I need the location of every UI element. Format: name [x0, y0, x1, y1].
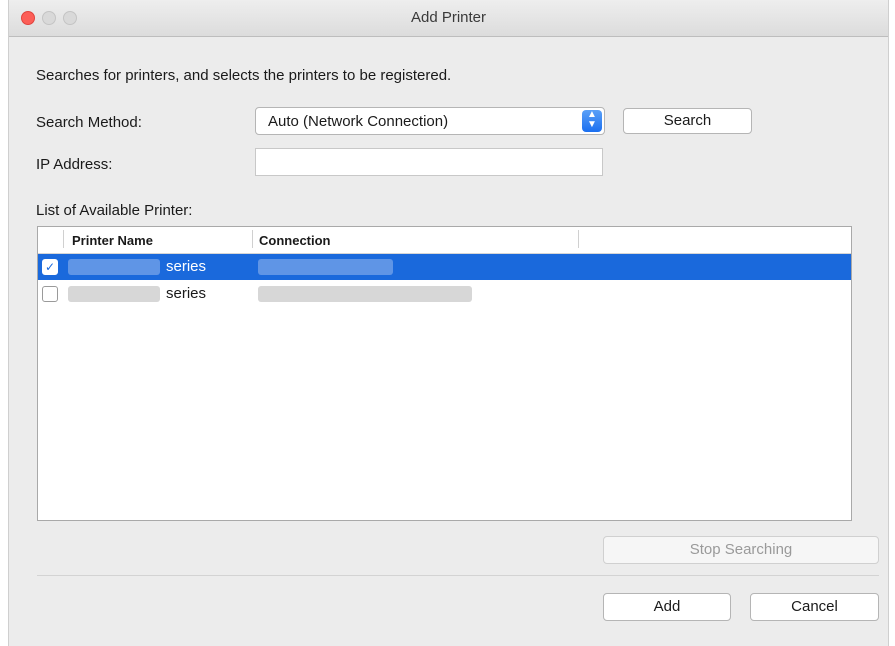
- search-method-select[interactable]: Auto (Network Connection) ▲ ▼: [255, 107, 605, 135]
- column-divider[interactable]: [578, 230, 579, 248]
- title-bar: Add Printer: [9, 0, 888, 37]
- add-printer-window: Add Printer Searches for printers, and s…: [8, 0, 889, 646]
- redacted-connection: [258, 286, 472, 302]
- divider: [37, 575, 879, 576]
- table-header: Printer Name Connection: [38, 227, 851, 254]
- search-method-label: Search Method:: [36, 114, 142, 131]
- stop-searching-button[interactable]: Stop Searching: [603, 536, 879, 564]
- printer-list-table: Printer Name Connection ✓ series series: [37, 226, 852, 521]
- table-row[interactable]: series: [38, 281, 851, 307]
- redacted-connection: [258, 259, 393, 275]
- printer-name-suffix: series: [166, 258, 207, 275]
- row-checkbox[interactable]: ✓: [42, 259, 58, 275]
- column-divider[interactable]: [63, 230, 64, 248]
- window-title: Add Printer: [410, 9, 487, 26]
- redacted-printer-name: [68, 286, 160, 302]
- printer-name-suffix: series: [166, 285, 207, 302]
- up-down-arrows-icon: ▲ ▼: [582, 110, 602, 132]
- table-row[interactable]: ✓ series: [38, 254, 851, 280]
- row-checkbox[interactable]: [42, 286, 58, 302]
- ip-address-input[interactable]: [255, 148, 603, 176]
- redacted-printer-name: [68, 259, 160, 275]
- cancel-button[interactable]: Cancel: [750, 593, 879, 621]
- add-button[interactable]: Add: [603, 593, 731, 621]
- instructions-text: Searches for printers, and selects the p…: [36, 67, 452, 84]
- printer-list-label: List of Available Printer:: [36, 202, 193, 219]
- column-divider[interactable]: [252, 230, 253, 248]
- ip-address-label: IP Address:: [36, 156, 113, 173]
- search-method-value: Auto (Network Connection): [268, 113, 449, 130]
- column-header-printer-name[interactable]: Printer Name: [72, 233, 153, 248]
- column-header-connection[interactable]: Connection: [259, 233, 331, 248]
- search-button[interactable]: Search: [623, 108, 752, 134]
